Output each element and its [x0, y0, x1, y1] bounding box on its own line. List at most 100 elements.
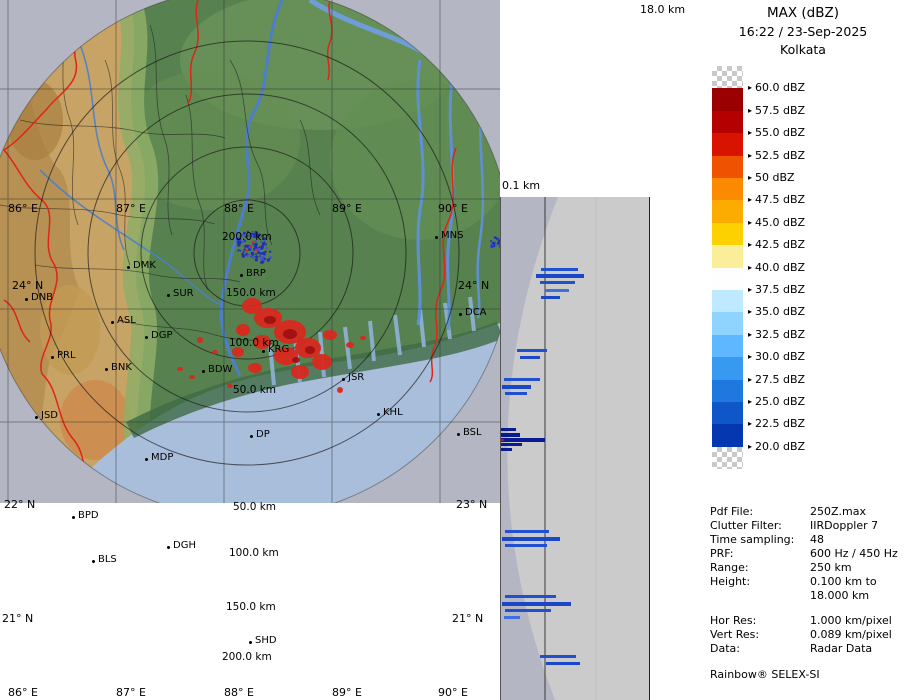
strong-echo-blob	[212, 350, 218, 354]
echo-bar-horizontal	[504, 616, 520, 619]
echo-bar-horizontal	[536, 274, 584, 278]
scale-tick-label: ▸ 60.0 dBZ	[748, 81, 805, 94]
radar-map	[0, 0, 500, 503]
scale-cell-color	[712, 290, 743, 313]
station-dot	[92, 560, 95, 563]
scale-tick-arrow-icon: ▸	[748, 262, 753, 272]
clutter-dot	[254, 240, 257, 243]
scale-tick-label: ▸ 20.0 dBZ	[748, 440, 805, 453]
range-ring-label: 100.0 km	[229, 547, 279, 559]
scale-tick-label: ▸ 25.0 dBZ	[748, 395, 805, 408]
lon-label-bottom: 88° E	[224, 686, 254, 699]
scale-tick-label: ▸ 50 dBZ	[748, 171, 795, 184]
metadata-row: Data: Radar Data	[710, 642, 902, 656]
echo-bar-horizontal	[504, 378, 540, 381]
strong-echo-blob	[360, 336, 366, 340]
clutter-dot	[241, 252, 244, 256]
echo-core	[283, 329, 297, 339]
strong-echo-blob	[253, 335, 271, 349]
clutter-dot	[255, 253, 257, 256]
metadata-value: 48	[810, 533, 824, 546]
lat-label-right: 21° N	[452, 612, 484, 625]
echo-bar-horizontal	[545, 289, 569, 292]
scale-tick-text: 45.0 dBZ	[755, 215, 806, 229]
clutter-dot	[252, 243, 255, 245]
station-dot	[72, 516, 75, 519]
scale-tick-text: 32.5 dBZ	[755, 327, 806, 341]
metadata-value: 250Z.max	[810, 505, 866, 518]
station-label: SHD	[255, 635, 277, 646]
clutter-dot	[243, 231, 246, 235]
scale-tick-arrow-icon: ▸	[748, 128, 753, 138]
clutter-dot	[260, 235, 263, 237]
scale-tick-arrow-icon: ▸	[748, 374, 753, 384]
clutter-red-dot	[251, 240, 255, 244]
strong-echo-blob	[227, 384, 233, 388]
scale-tick-text: 55.0 dBZ	[755, 126, 806, 140]
echo-bar-horizontal	[502, 537, 560, 541]
scale-tick-arrow-icon: ▸	[748, 240, 753, 250]
scale-cell-color	[712, 133, 743, 156]
metadata-value: 0.100 km to 18.000 km	[810, 575, 877, 602]
scale-tick-arrow-icon: ▸	[748, 397, 753, 406]
metadata-label: Range:	[710, 561, 749, 574]
lon-label-bottom: 87° E	[116, 686, 146, 699]
scale-cell-transparent	[712, 446, 743, 470]
strong-echo-blob	[346, 342, 354, 348]
scale-tick-text: 47.5 dBZ	[755, 193, 806, 207]
scale-tick-text: 50 dBZ	[755, 171, 795, 184]
metadata-row: Hor Res: 1.000 km/pixel	[710, 614, 902, 628]
metadata-value: IIRDoppler 7	[810, 519, 879, 532]
scale-tick-arrow-icon: ▸	[748, 217, 753, 227]
metadata-rows: Pdf File: 250Z.max Clutter Filter: IIRDoppl…	[710, 505, 902, 656]
scale-tick-text: 37.5 dBZ	[755, 283, 806, 296]
lat-label-left: 21° N	[2, 612, 34, 625]
strong-echo-blob	[323, 330, 337, 340]
strong-echo-blob	[291, 365, 309, 379]
scale-tick-arrow-icon: ▸	[748, 285, 753, 294]
scale-tick-arrow-icon: ▸	[748, 150, 753, 160]
strong-echo-blob	[248, 363, 262, 373]
station-dot	[167, 546, 170, 549]
terrain-layer	[0, 0, 500, 503]
echo-bar-horizontal	[520, 356, 540, 359]
scale-tick-text: 60.0 dBZ	[755, 81, 806, 95]
metadata-label: Data:	[710, 642, 740, 655]
echo-bar-horizontal	[505, 392, 527, 395]
metadata-row: Vert Res: 0.089 km/pixel	[710, 628, 902, 642]
echo-bar-horizontal	[505, 609, 551, 612]
product-metadata: Pdf File: 250Z.max Clutter Filter: IIRDoppl…	[710, 505, 902, 682]
echo-core	[305, 346, 315, 354]
software-brand: Rainbow® SELEX-SI	[710, 668, 820, 681]
scale-cell-color	[712, 357, 743, 380]
clutter-dot	[236, 250, 239, 253]
metadata-row: PRF: 600 Hz / 450 Hz	[710, 547, 902, 561]
clutter-dot	[263, 241, 266, 244]
clutter-dot	[255, 255, 259, 259]
metadata-label: Vert Res:	[710, 628, 760, 641]
echo-bar-horizontal	[501, 439, 504, 441]
lon-label-bottom: 89° E	[332, 686, 362, 699]
clutter-dot	[241, 240, 245, 244]
height-axis-min-label: 0.1 km	[502, 179, 541, 192]
metadata-value: Radar Data	[810, 642, 873, 655]
clutter-dot	[250, 256, 252, 258]
clutter-dot	[253, 244, 257, 248]
scale-cell-color	[712, 334, 743, 358]
metadata-label: Hor Res:	[710, 614, 757, 627]
clutter-dot	[254, 230, 258, 234]
clutter-dot	[255, 258, 258, 262]
clutter-dot	[249, 234, 254, 238]
clutter-dot	[262, 237, 266, 240]
metadata-value: 0.089 km/pixel	[810, 628, 892, 641]
clutter-dot	[246, 230, 250, 233]
metadata-row: Time sampling: 48	[710, 533, 902, 547]
scale-tick-text: 35.0 dBZ	[755, 305, 806, 319]
metadata-value: 250 km	[810, 561, 852, 574]
scale-cell-color	[712, 88, 743, 111]
scale-tick-arrow-icon: ▸	[748, 173, 753, 182]
echo-bar-horizontal	[501, 443, 522, 446]
echo-bar-horizontal	[505, 595, 556, 598]
scale-tick-label: ▸ 52.5 dBZ	[748, 149, 805, 162]
map-panel	[0, 0, 500, 503]
